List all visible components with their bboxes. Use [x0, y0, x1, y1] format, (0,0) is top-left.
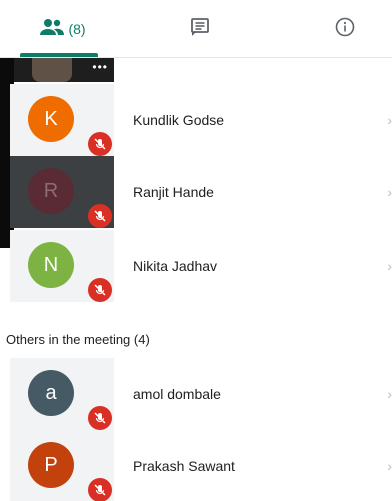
people-count: (8)	[68, 21, 86, 37]
participant-row[interactable]: P Prakash Sawant ›	[0, 430, 392, 501]
participant-row[interactable]: N Nikita Jadhav ›	[0, 230, 392, 302]
info-icon	[335, 17, 355, 42]
mic-off-icon	[88, 204, 112, 228]
participant-name: amol dombale	[133, 386, 221, 402]
avatar: N	[28, 242, 74, 288]
mic-off-icon	[88, 478, 112, 501]
tab-info[interactable]	[305, 0, 385, 58]
video-thumbnail[interactable]: •••	[14, 58, 114, 82]
chevron-right-icon: ›	[387, 112, 392, 128]
mic-off-icon	[88, 406, 112, 430]
participant-row[interactable]: R Ranjit Hande ›	[0, 156, 392, 228]
participant-name: Ranjit Hande	[133, 184, 214, 200]
section-title-others: Others in the meeting (4)	[6, 332, 150, 347]
tab-people[interactable]: (8)	[18, 0, 108, 58]
participant-name: Nikita Jadhav	[133, 258, 218, 274]
avatar: a	[28, 370, 74, 416]
participant-row[interactable]: a amol dombale ›	[0, 358, 392, 430]
mic-off-icon	[88, 278, 112, 302]
participant-tile: P	[10, 430, 114, 501]
participant-tile: K	[10, 84, 114, 156]
video-preview	[32, 58, 72, 82]
participant-name: Prakash Sawant	[133, 458, 235, 474]
participant-row[interactable]: K Kundlik Godse ›	[0, 84, 392, 156]
tab-bar: (8)	[0, 0, 392, 58]
people-icon	[40, 18, 65, 41]
participant-tile: R	[10, 156, 114, 228]
chevron-right-icon: ›	[387, 184, 392, 200]
active-tab-indicator	[20, 53, 98, 57]
tab-chat[interactable]	[160, 0, 240, 58]
participant-tile: a	[10, 358, 114, 430]
mic-off-icon	[88, 132, 112, 156]
chevron-right-icon: ›	[387, 458, 392, 474]
avatar: R	[28, 168, 74, 214]
avatar: P	[28, 442, 74, 488]
more-options-icon[interactable]: •••	[92, 60, 108, 74]
chat-icon	[190, 17, 210, 42]
chevron-right-icon: ›	[387, 258, 392, 274]
participant-name: Kundlik Godse	[133, 112, 225, 128]
participant-tile: N	[10, 230, 114, 302]
chevron-right-icon: ›	[387, 386, 392, 402]
avatar: K	[28, 96, 74, 142]
